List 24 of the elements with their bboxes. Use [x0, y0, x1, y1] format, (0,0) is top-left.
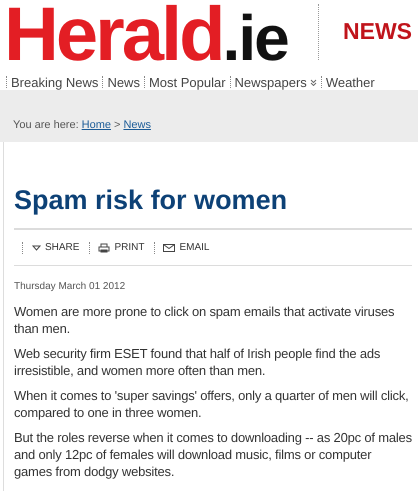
- article-date: Thursday March 01 2012: [14, 280, 126, 294]
- logo[interactable]: Herald.ie: [0, 0, 288, 70]
- printer-icon: [98, 242, 110, 252]
- nav-link[interactable]: Most Popular: [148, 76, 226, 88]
- breadcrumb-separator: >: [114, 118, 120, 132]
- article-paragraph: Web security firm ESET found that half of Irish people find the ads irresistible, and women more often than men.: [14, 345, 382, 379]
- share-link[interactable]: SHARE: [32, 240, 80, 255]
- nav-link[interactable]: News: [107, 76, 140, 88]
- nav-link[interactable]: Newspapers: [234, 76, 317, 88]
- section-title: NEWS: [342, 17, 413, 46]
- article-paragraph: But the roles reverse when it comes to downloading -- as 20pc of males and only 12pc of females will download music, films or computer games from dodgy websites.: [14, 429, 412, 480]
- nav-link[interactable]: Breaking News: [11, 76, 98, 88]
- article-paragraph: When it comes to 'super savings' offers, only a quarter of men will click, compared to one in three women.: [14, 387, 410, 421]
- triangle-down-icon: [32, 244, 41, 250]
- envelope-icon: [163, 244, 176, 252]
- breadcrumb-link[interactable]: News: [123, 116, 151, 133]
- email-link[interactable]: EMAIL: [163, 240, 210, 255]
- chevron-down-icon: [310, 78, 317, 86]
- breadcrumb-label: You are here:: [13, 118, 79, 132]
- nav-link[interactable]: Weather: [326, 76, 375, 88]
- article-paragraph: Women are more prone to click on spam emails that activate viruses than men.: [14, 303, 396, 337]
- breadcrumb-link[interactable]: Home: [82, 116, 111, 133]
- article-title: Spam risk for women: [14, 184, 288, 216]
- print-link[interactable]: PRINT: [98, 240, 144, 255]
